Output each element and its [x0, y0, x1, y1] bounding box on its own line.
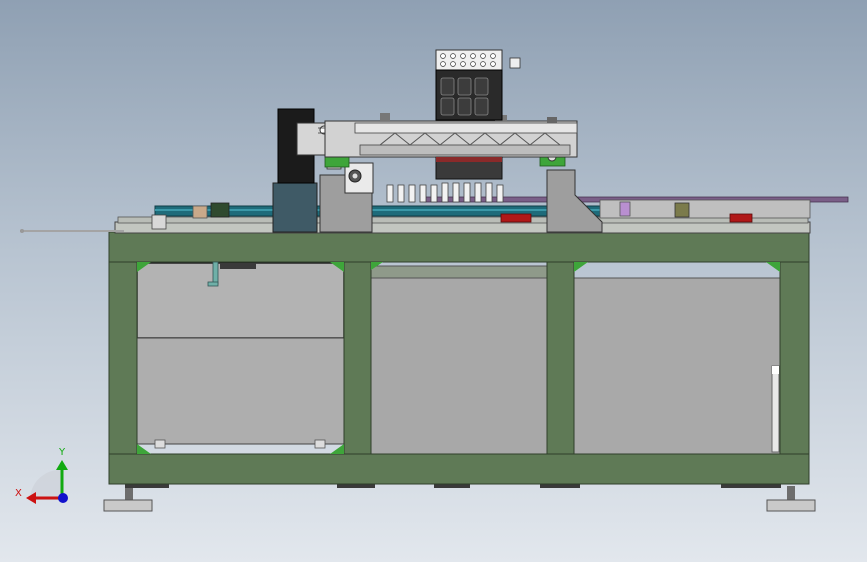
bracket	[151, 214, 167, 230]
foot-left	[103, 486, 153, 512]
dispensing-head	[435, 49, 521, 180]
x-axis-label: X	[15, 488, 22, 499]
top-deck-plate	[114, 221, 811, 234]
pink-block	[619, 201, 631, 217]
machine-drawing: Y X	[15, 49, 849, 512]
axis-triad: Y X	[15, 447, 68, 504]
olive-block	[674, 202, 690, 218]
z-axis-dot	[58, 493, 68, 503]
foot-right	[766, 486, 816, 512]
coupling	[192, 205, 208, 219]
right-guide	[599, 199, 811, 219]
cad-viewport[interactable]: Y X	[0, 0, 867, 562]
red-stopper-left	[500, 213, 532, 223]
y-axis-label: Y	[58, 447, 66, 458]
red-stopper-right	[729, 213, 753, 223]
feed-rod	[20, 229, 124, 233]
right-support	[539, 147, 603, 233]
nozzle-array	[386, 182, 504, 203]
y-axis-arrowhead	[56, 460, 68, 470]
left-support	[319, 152, 374, 233]
motor-small	[210, 202, 230, 218]
cabinet-panels	[136, 262, 781, 455]
